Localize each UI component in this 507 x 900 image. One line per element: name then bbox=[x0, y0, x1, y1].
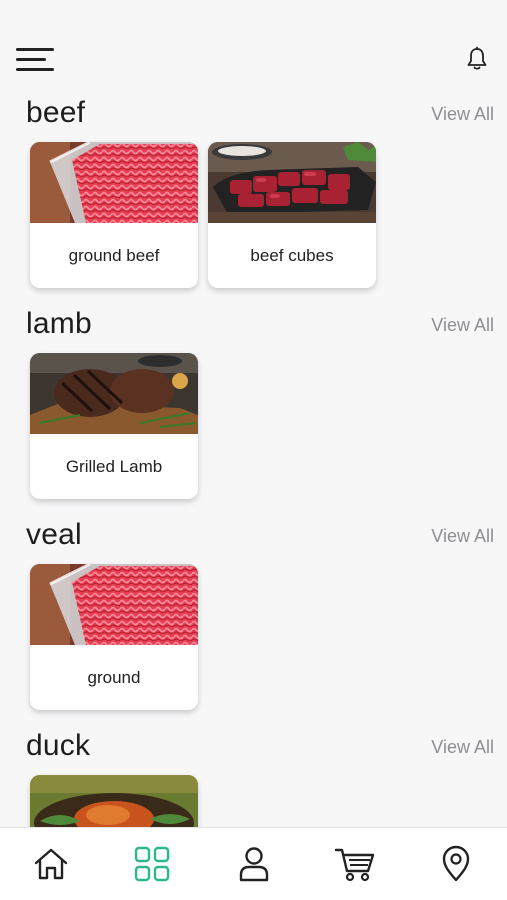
category-section-beef: beef View All ground beef beef cubes bbox=[0, 92, 507, 303]
top-bar bbox=[0, 40, 507, 84]
view-all-link[interactable]: View All bbox=[431, 526, 494, 547]
nav-home[interactable] bbox=[31, 844, 71, 884]
section-title: lamb bbox=[26, 307, 92, 340]
product-card[interactable]: ground bbox=[30, 564, 198, 710]
product-cards: ground beef beef cubes bbox=[30, 142, 376, 288]
category-section-lamb: lamb View All Grilled Lamb bbox=[0, 303, 507, 514]
product-cards: Grilled Lamb bbox=[30, 353, 198, 499]
section-title: beef bbox=[26, 96, 86, 129]
product-label: ground beef bbox=[68, 245, 160, 265]
product-label: beef cubes bbox=[250, 245, 334, 265]
location-pin-icon bbox=[442, 845, 470, 882]
product-card[interactable]: Grilled Lamb bbox=[30, 353, 198, 499]
view-all-link[interactable]: View All bbox=[431, 315, 494, 336]
minced-meat-image bbox=[30, 142, 198, 223]
product-card[interactable] bbox=[30, 775, 198, 827]
cart-icon bbox=[335, 848, 375, 882]
status-bar bbox=[0, 0, 507, 28]
nav-categories[interactable] bbox=[132, 844, 172, 884]
grilled-lamb-image bbox=[30, 353, 198, 434]
view-all-link[interactable]: View All bbox=[431, 104, 494, 125]
product-cards: ground bbox=[30, 564, 198, 710]
product-card[interactable]: beef cubes bbox=[208, 142, 376, 288]
product-label: ground bbox=[87, 667, 141, 687]
hamburger-line bbox=[16, 58, 46, 61]
nav-location[interactable] bbox=[436, 844, 476, 884]
hamburger-menu-icon bbox=[16, 48, 54, 51]
hamburger-line bbox=[16, 68, 54, 71]
beef-cubes-image bbox=[208, 142, 376, 223]
product-card[interactable]: ground beef bbox=[30, 142, 198, 288]
product-label: Grilled Lamb bbox=[65, 456, 163, 476]
view-all-link[interactable]: View All bbox=[431, 737, 494, 758]
product-cards bbox=[30, 775, 198, 827]
notification-button[interactable] bbox=[465, 46, 489, 72]
bottom-nav bbox=[0, 827, 507, 900]
category-section-duck: duck View All bbox=[0, 725, 507, 827]
section-title: duck bbox=[26, 729, 91, 762]
minced-meat-image bbox=[30, 564, 198, 645]
home-icon bbox=[34, 848, 68, 880]
category-section-veal: veal View All ground bbox=[0, 514, 507, 725]
nav-profile[interactable] bbox=[234, 844, 274, 884]
nav-cart[interactable] bbox=[335, 844, 375, 884]
grid-icon bbox=[134, 846, 170, 882]
section-title: veal bbox=[26, 518, 82, 551]
categories-list: beef View All ground beef beef cubes lam… bbox=[0, 92, 507, 827]
menu-button[interactable] bbox=[16, 48, 54, 74]
roast-duck-image bbox=[30, 775, 198, 827]
user-icon bbox=[239, 847, 269, 882]
notification-bell-icon bbox=[467, 46, 487, 70]
